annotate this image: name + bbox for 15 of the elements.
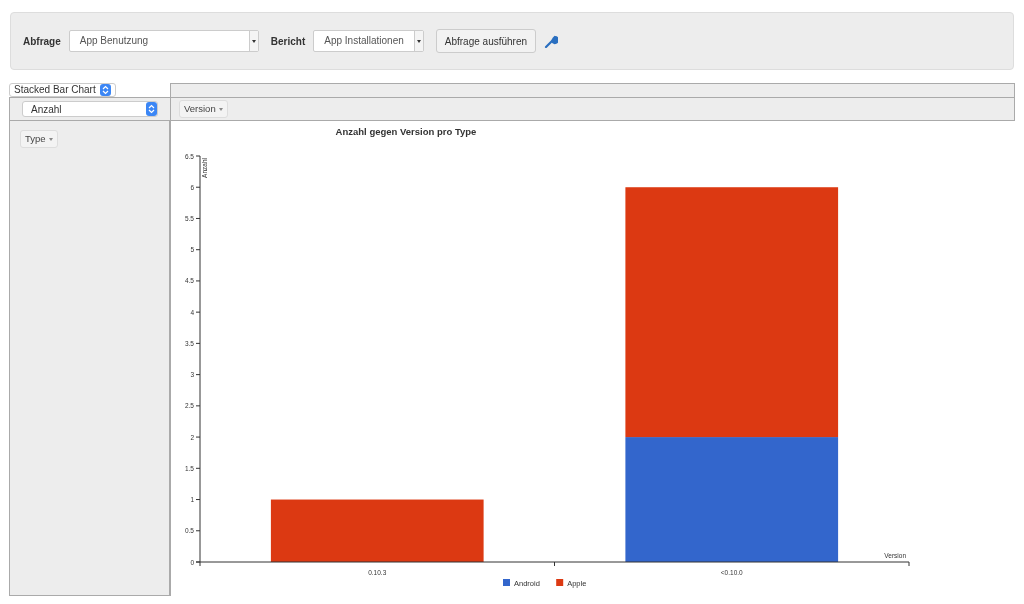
row-field-button[interactable]: Type: [20, 130, 58, 149]
report-label: Bericht: [270, 34, 306, 49]
aggregator-select[interactable]: Anzahl: [22, 101, 158, 117]
renderer-select[interactable]: Stacked Bar Chart: [9, 83, 116, 97]
chart-title: Anzahl gegen Version pro Type: [335, 126, 477, 137]
legend-swatch: [503, 579, 510, 586]
query-select[interactable]: App Benutzung: [68, 30, 259, 52]
column-field-button[interactable]: Version: [179, 99, 228, 119]
report-select[interactable]: App Installationen: [313, 30, 424, 52]
up-down-icon[interactable]: [99, 84, 111, 96]
query-label: Abfrage: [23, 34, 61, 49]
wrench-icon[interactable]: [544, 34, 559, 48]
up-down-icon[interactable]: [146, 102, 157, 116]
run-query-button[interactable]: Abfrage ausführen: [435, 29, 537, 53]
legend-swatch: [556, 579, 564, 586]
